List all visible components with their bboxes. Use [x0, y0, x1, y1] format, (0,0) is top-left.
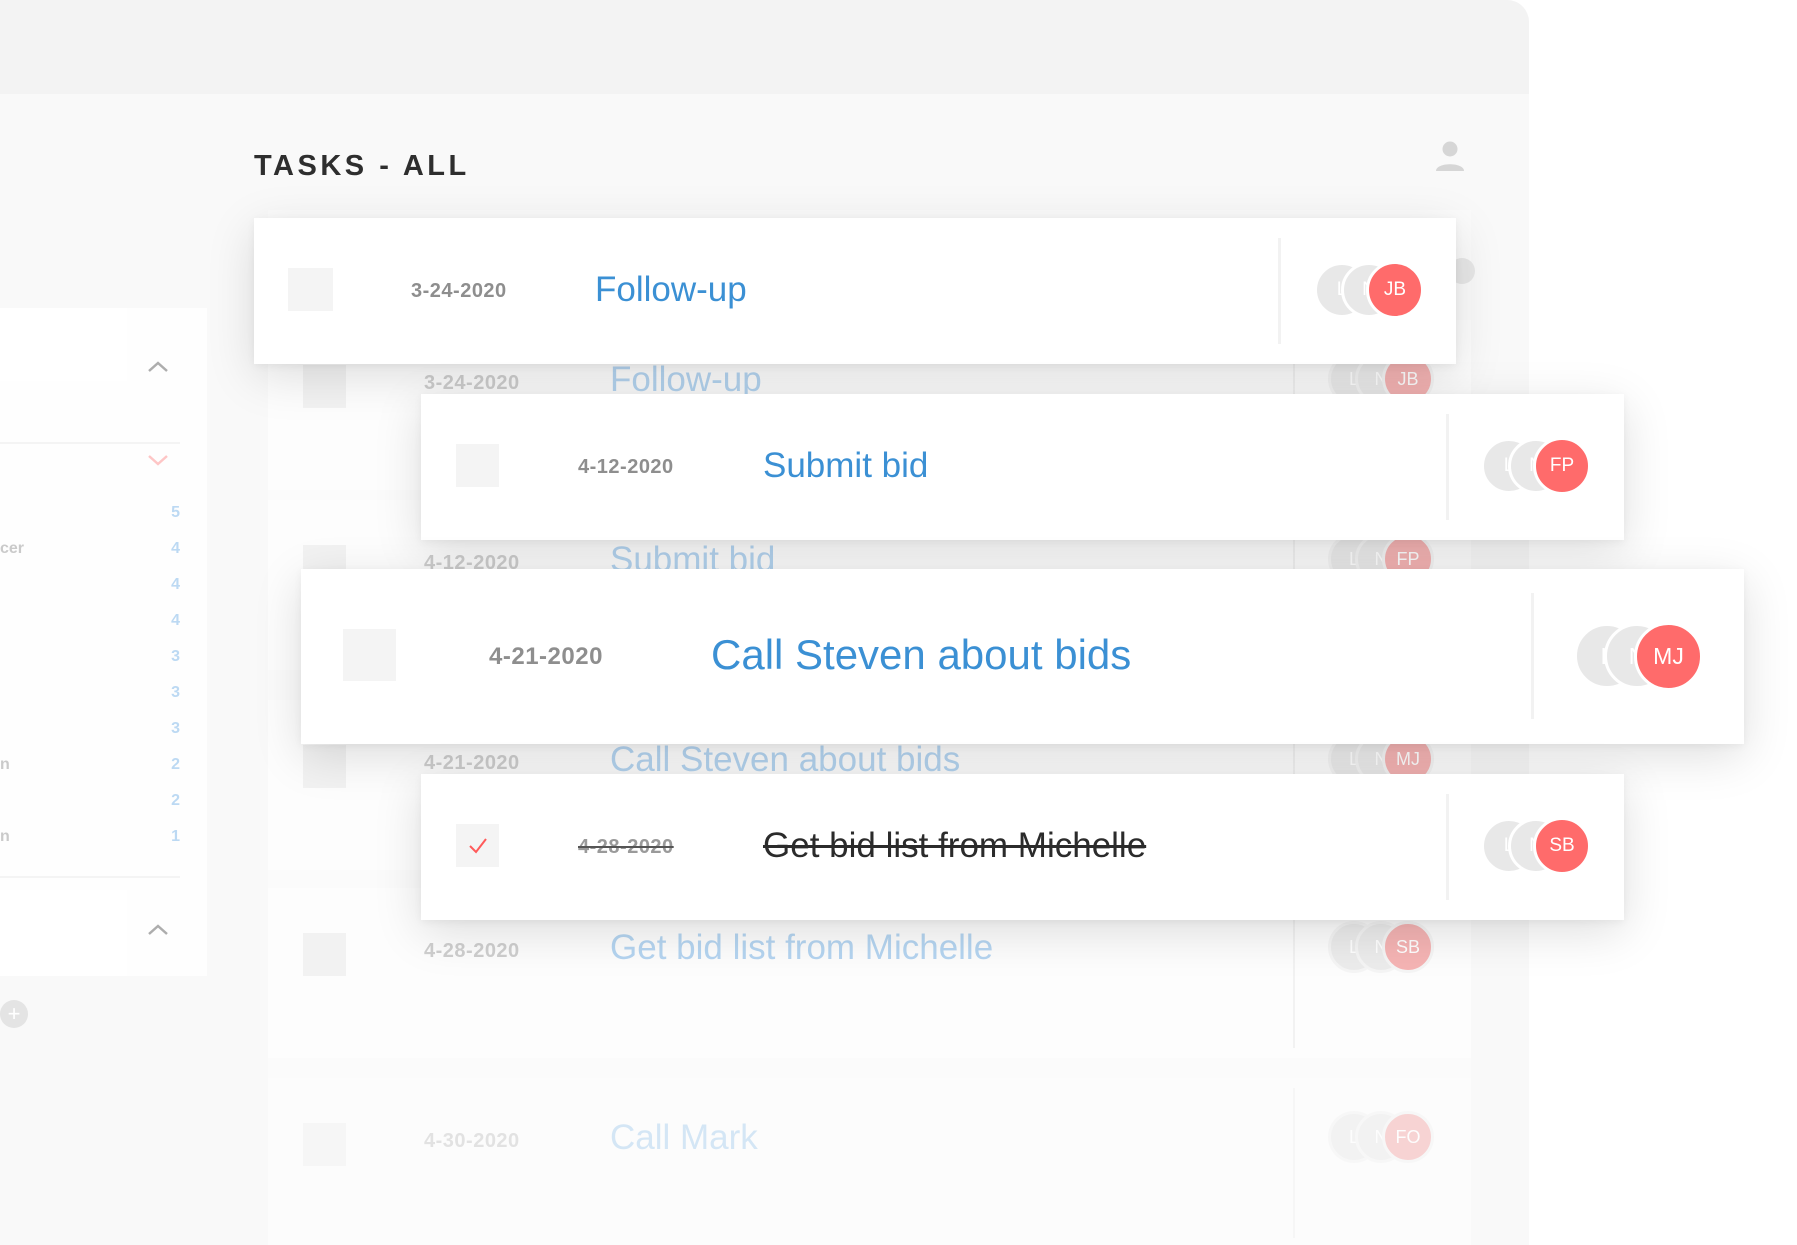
card-divider: [1278, 238, 1281, 344]
chevron-up-icon[interactable]: [146, 355, 170, 379]
top-bar: [0, 0, 1529, 94]
sidebar-item-count: 4: [171, 612, 180, 629]
avatar: FP: [1533, 437, 1591, 495]
sidebar-item-count: 2: [171, 756, 180, 773]
chevron-up-icon[interactable]: [146, 918, 170, 942]
sidebar-item[interactable]: n2: [0, 756, 180, 776]
avatar: JB: [1366, 261, 1424, 319]
task-title[interactable]: Get bid list from Michelle: [610, 928, 993, 968]
sidebar-item-label: n: [0, 756, 10, 773]
assignee-avatars[interactable]: L N SB: [1328, 921, 1448, 977]
task-date: 4-30-2020: [424, 1130, 520, 1152]
task-checkbox[interactable]: [303, 933, 346, 976]
assignee-avatars[interactable]: L N FO: [1328, 1111, 1448, 1167]
sidebar-item-count: 5: [171, 504, 180, 521]
sidebar-item-count: 4: [171, 576, 180, 593]
task-date: 4-12-2020: [578, 456, 674, 478]
sidebar-item-count: 3: [171, 648, 180, 665]
task-checkbox[interactable]: [288, 268, 333, 311]
sidebar-item[interactable]: 2: [0, 792, 180, 812]
task-card[interactable]: 4-21-2020 Call Steven about bids L N MJ: [301, 569, 1744, 744]
assignee-avatars[interactable]: L N SB: [1481, 817, 1601, 875]
avatar: SB: [1533, 817, 1591, 875]
sidebar-item[interactable]: 3: [0, 684, 180, 704]
sidebar-item[interactable]: 4: [0, 612, 180, 632]
page-title: TASKS - ALL: [254, 150, 470, 182]
task-checkbox[interactable]: [303, 365, 346, 408]
task-checkbox[interactable]: [456, 824, 499, 867]
card-divider: [1446, 794, 1449, 900]
avatar: SB: [1382, 921, 1434, 973]
add-list-button[interactable]: +: [0, 1000, 28, 1028]
sidebar-item-count: 3: [171, 684, 180, 701]
task-title[interactable]: Follow-up: [595, 270, 747, 310]
task-date: 3-24-2020: [411, 280, 507, 302]
task-checkbox[interactable]: [303, 745, 346, 788]
task-checkbox[interactable]: [456, 444, 499, 487]
sidebar-item-count: 3: [171, 720, 180, 737]
sidebar: 5 cer 4 4 4 3 3 3 n2 2 n1: [0, 308, 207, 976]
task-card[interactable]: 3-24-2020 Follow-up L N JB: [254, 218, 1456, 364]
sidebar-item-label: cer: [0, 540, 25, 557]
assignee-avatars[interactable]: L N JB: [1314, 261, 1434, 319]
sidebar-divider: [0, 442, 180, 444]
avatar: FO: [1382, 1111, 1434, 1163]
task-date: 4-21-2020: [424, 752, 520, 774]
sidebar-item[interactable]: 5: [0, 504, 180, 524]
card-divider: [1446, 414, 1449, 520]
sidebar-item-count: 1: [171, 828, 180, 845]
avatar: MJ: [1634, 622, 1703, 691]
sidebar-item[interactable]: cer 4: [0, 540, 180, 560]
task-date: 4-28-2020: [424, 940, 520, 962]
task-date: 4-28-2020: [578, 836, 674, 858]
assignee-avatars[interactable]: L N MJ: [1574, 622, 1714, 691]
task-title[interactable]: Get bid list from Michelle: [763, 826, 1146, 866]
person-icon[interactable]: [1435, 140, 1465, 172]
task-date: 4-21-2020: [489, 643, 603, 670]
sidebar-item-count: 2: [171, 792, 180, 809]
sidebar-item[interactable]: 3: [0, 720, 180, 740]
sidebar-item-label: n: [0, 828, 10, 845]
row-divider: [1293, 1088, 1295, 1238]
task-date: 3-24-2020: [424, 372, 520, 394]
sidebar-item[interactable]: 3: [0, 648, 180, 668]
plus-icon: +: [7, 1001, 21, 1026]
task-checkbox[interactable]: [303, 1123, 346, 1166]
task-row[interactable]: 4-30-2020 Call Mark L N FO: [268, 1078, 1471, 1245]
task-card[interactable]: 4-28-2020 Get bid list from Michelle L N…: [421, 774, 1624, 920]
sidebar-item[interactable]: n1: [0, 828, 180, 848]
task-title[interactable]: Submit bid: [763, 446, 928, 486]
assignee-avatars[interactable]: L N FP: [1481, 437, 1601, 495]
sidebar-item-count: 4: [171, 540, 180, 557]
task-title[interactable]: Call Steven about bids: [711, 631, 1131, 679]
row-divider: [1293, 898, 1295, 1048]
sidebar-item[interactable]: 4: [0, 576, 180, 596]
task-card[interactable]: 4-12-2020 Submit bid L N FP: [421, 394, 1624, 540]
checkmark-icon: [468, 837, 487, 854]
task-checkbox[interactable]: [343, 629, 396, 681]
task-title[interactable]: Call Mark: [610, 1118, 758, 1158]
sidebar-divider: [0, 876, 180, 878]
card-divider: [1531, 593, 1534, 719]
chevron-down-icon[interactable]: [146, 448, 170, 472]
